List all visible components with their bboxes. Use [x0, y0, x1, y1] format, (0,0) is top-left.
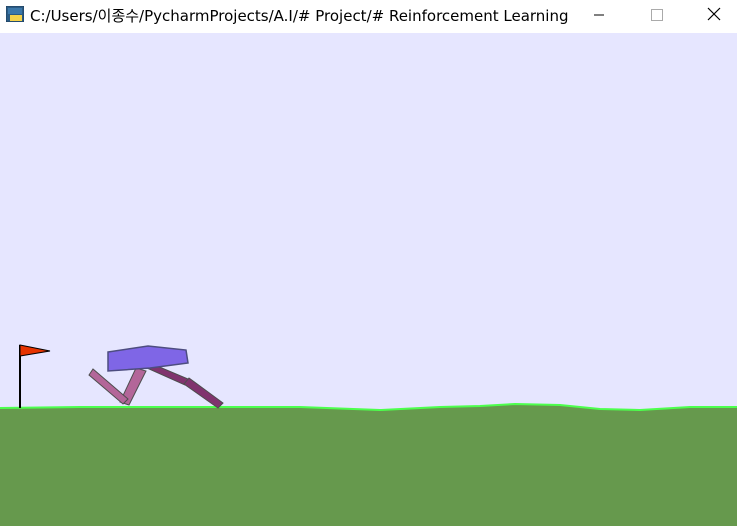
title-bar[interactable]: C:/Users/이종수/PycharmProjects/A.I/# Proje…	[0, 0, 737, 33]
ground-terrain	[0, 404, 737, 526]
python-icon	[5, 5, 25, 23]
close-icon	[707, 6, 721, 25]
maximize-button[interactable]	[634, 0, 680, 31]
maximize-icon	[651, 6, 663, 25]
minimize-button[interactable]	[576, 0, 622, 31]
game-window: C:/Users/이종수/PycharmProjects/A.I/# Proje…	[0, 0, 737, 526]
game-canvas[interactable]	[0, 33, 737, 526]
window-title: C:/Users/이종수/PycharmProjects/A.I/# Proje…	[30, 7, 570, 25]
minimize-icon	[593, 6, 605, 25]
close-button[interactable]	[691, 0, 737, 31]
